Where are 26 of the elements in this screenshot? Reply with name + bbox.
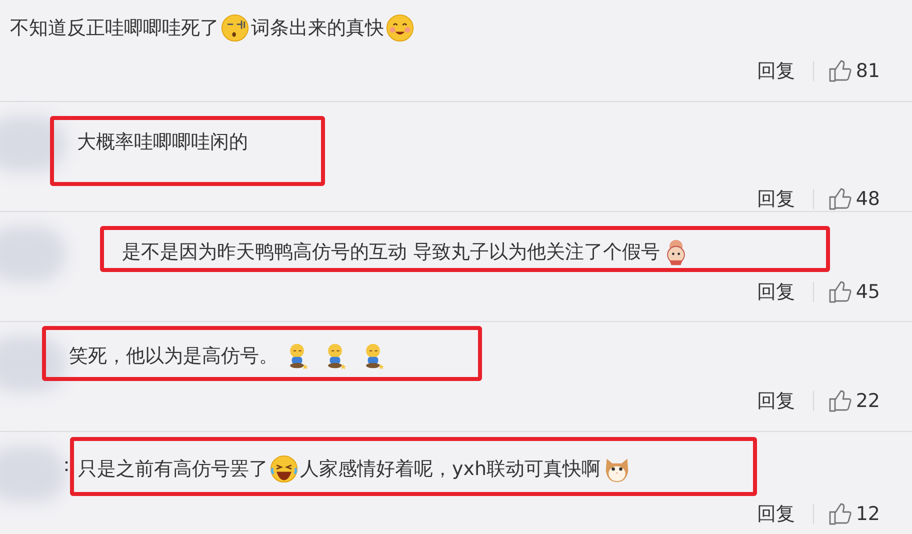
smiley-icon — [386, 14, 414, 42]
comment-text: 只是之前有高仿号罢了 — [78, 457, 268, 482]
reply-link[interactable]: 回复 — [756, 186, 795, 212]
laughing-face-icon — [270, 455, 298, 483]
reply-link[interactable]: 回复 — [756, 278, 795, 304]
reply-link[interactable]: 回复 — [756, 500, 795, 526]
reply-link[interactable]: 回复 — [756, 58, 795, 84]
thumbs-up-icon[interactable] — [828, 280, 852, 304]
thumbs-up-icon[interactable] — [828, 187, 852, 211]
reply-link[interactable]: 回复 — [756, 388, 795, 414]
sleepy-face-icon — [221, 14, 249, 42]
comment-text: 词条出来的真快 — [251, 16, 384, 41]
like-count: 12 — [856, 502, 880, 524]
comment-text: 不知道反正哇唧唧哇死了 — [10, 16, 219, 41]
like-count: 45 — [856, 280, 880, 302]
like-count: 22 — [856, 390, 880, 412]
comment-text: 人家感情好着呢，yxh联动可真快啊 — [300, 457, 601, 482]
comment-text: 笑死，他以为是高仿号。 — [69, 344, 278, 369]
thumbs-up-icon[interactable] — [828, 502, 852, 526]
comment-text: 大概率哇唧唧哇闲的 — [77, 130, 248, 155]
thumbs-up-icon[interactable] — [828, 59, 852, 83]
like-count: 48 — [856, 188, 880, 210]
like-count: 81 — [856, 60, 880, 82]
thumbs-up-icon[interactable] — [828, 389, 852, 413]
username-fragment: ： — [57, 453, 70, 478]
comment-text: 是不是因为昨天鸭鸭高仿号的互动 导致丸子以为他关注了个假号 — [122, 240, 660, 265]
